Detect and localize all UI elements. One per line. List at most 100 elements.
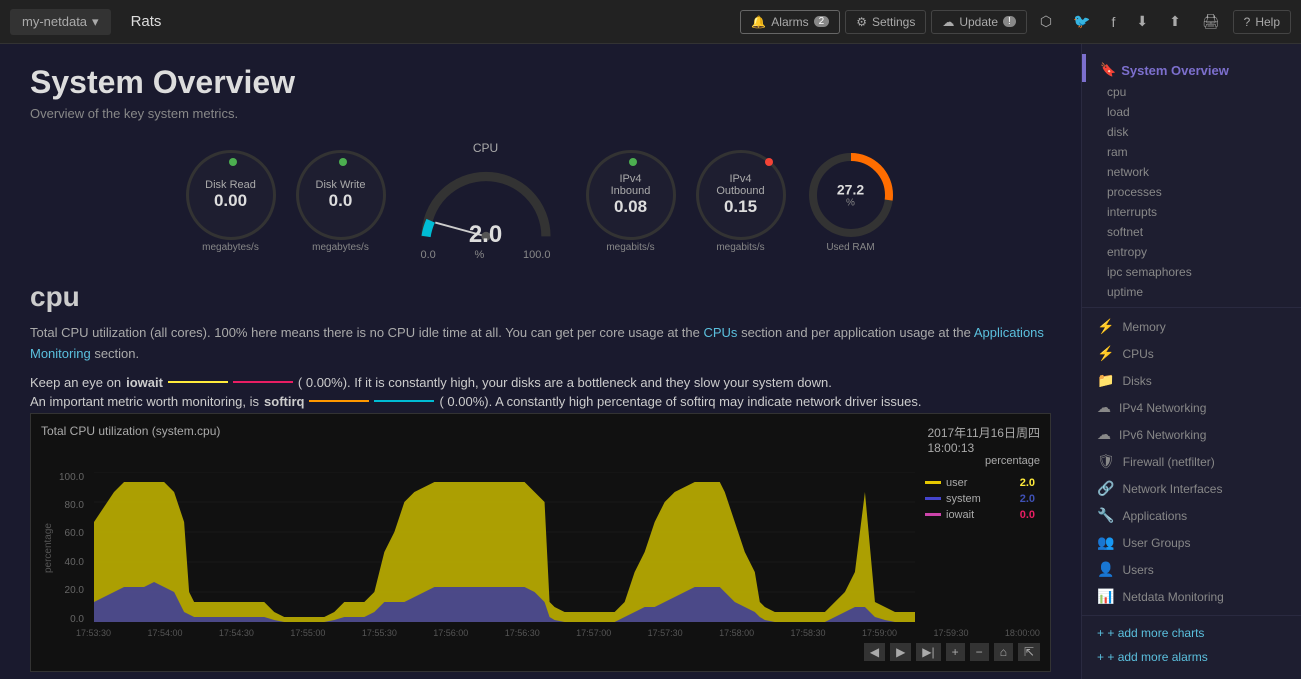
sidebar-group-user-groups[interactable]: 👥 User Groups	[1082, 529, 1301, 556]
chart-xaxis: 17:53:30 17:54:00 17:54:30 17:55:00 17:5…	[41, 625, 1040, 638]
chart-svg-area[interactable]	[94, 472, 915, 625]
x-label-12: 17:59:30	[933, 628, 968, 638]
chart-controls: ◀ ▶ ▶| + − ⌂ ⇱	[41, 643, 1040, 661]
main-content: System Overview Overview of the key syst…	[0, 44, 1081, 679]
ipv4-outbound-circle: IPv4Outbound 0.15	[696, 150, 786, 240]
add-charts-button[interactable]: + + add more charts	[1082, 621, 1301, 645]
alarms-badge: 2	[814, 16, 830, 27]
softirq-end: ( 0.00%). A constantly high percentage o…	[439, 394, 921, 409]
disk-write-dot	[339, 158, 347, 166]
print-icon[interactable]: 🖨	[1194, 9, 1228, 34]
sidebar-group-ipv4[interactable]: ☁ IPv4 Networking	[1082, 394, 1301, 421]
add-alarms-label: + add more alarms	[1107, 650, 1207, 664]
legend-system-name: system	[946, 493, 1020, 505]
sidebar-group-cpus[interactable]: ⚡ CPUs	[1082, 340, 1301, 367]
settings-button[interactable]: ⚙ Settings	[845, 10, 926, 34]
cpu-chart: Total CPU utilization (system.cpu) 2017年…	[30, 413, 1051, 672]
legend-user: user 2.0	[925, 477, 1035, 489]
legend-iowait-val: 0.0	[1020, 509, 1035, 521]
chart-timestamp-line2: 18:00:13	[927, 441, 1040, 455]
sidebar-item-softnet[interactable]: softnet	[1082, 222, 1301, 242]
iowait-line-yellow	[168, 381, 228, 383]
brand-dropdown[interactable]: my-netdata ▾	[10, 9, 111, 35]
twitter-icon[interactable]: 🐦	[1065, 9, 1098, 34]
cloud-icon-ipv4: ☁	[1097, 399, 1111, 416]
sidebar-ipv4-label: IPv4 Networking	[1119, 401, 1206, 415]
chart-title-row: Total CPU utilization (system.cpu) 2017年…	[41, 424, 1040, 467]
chart-zoom-in-btn[interactable]: +	[946, 643, 965, 661]
sidebar-item-ram[interactable]: ram	[1082, 142, 1301, 162]
legend-user-color	[925, 481, 941, 484]
sidebar-ipv6-label: IPv6 Networking	[1119, 428, 1206, 442]
link-icon-netif: 🔗	[1097, 480, 1114, 497]
sidebar-memory-label: Memory	[1122, 320, 1165, 334]
softirq-line-cyan	[374, 400, 434, 402]
chart-info: 2017年11月16日周四 18:00:13 percentage	[927, 424, 1040, 467]
add-alarms-button[interactable]: + + add more alarms	[1082, 645, 1301, 669]
facebook-icon[interactable]: f	[1103, 10, 1123, 34]
alarms-button[interactable]: 🔔 Alarms 2	[740, 10, 840, 34]
plus-icon-charts: +	[1097, 626, 1104, 640]
chart-zoom-out-btn[interactable]: −	[970, 643, 989, 661]
sidebar-group-disks[interactable]: 📁 Disks	[1082, 367, 1301, 394]
chart-prev-btn[interactable]: ◀	[864, 643, 885, 661]
disk-write-value: 0.0	[329, 191, 353, 211]
sidebar-item-network[interactable]: network	[1082, 162, 1301, 182]
chart-next-btn[interactable]: ▶|	[916, 643, 940, 661]
y-label-2: 60.0	[59, 528, 84, 539]
chart-reset-btn[interactable]: ⌂	[994, 643, 1013, 661]
sidebar-item-interrupts[interactable]: interrupts	[1082, 202, 1301, 222]
cpu-gauge: CPU 2.0 0.0 % 100.0	[406, 141, 566, 261]
sidebar-item-entropy[interactable]: entropy	[1082, 242, 1301, 262]
sidebar-group-users[interactable]: 👤 Users	[1082, 556, 1301, 583]
sidebar-group-firewall[interactable]: 🛡 Firewall (netfilter)	[1082, 448, 1301, 475]
sidebar-group-network-interfaces[interactable]: 🔗 Network Interfaces	[1082, 475, 1301, 502]
sidebar-group-applications[interactable]: 🔧 Applications	[1082, 502, 1301, 529]
page-title: System Overview	[30, 64, 1051, 101]
softirq-line: An important metric worth monitoring, is…	[30, 394, 1051, 409]
y-label-3: 40.0	[59, 557, 84, 568]
update-button[interactable]: ☁ Update !	[931, 10, 1026, 34]
download-icon[interactable]: ⬇	[1128, 9, 1156, 34]
sidebar-group-netdata[interactable]: 📊 Netdata Monitoring	[1082, 583, 1301, 610]
github-icon[interactable]: ⬡	[1032, 9, 1060, 34]
system-overview-text: System Overview	[1121, 63, 1229, 78]
upload-icon[interactable]: ⬆	[1161, 9, 1189, 34]
sidebar-group-memory[interactable]: ⚡ Memory	[1082, 313, 1301, 340]
sidebar-apps-label: Applications	[1122, 509, 1187, 523]
sidebar-item-cpu[interactable]: cpu	[1082, 82, 1301, 102]
chart-expand-btn[interactable]: ⇱	[1018, 643, 1040, 661]
sidebar-divider-2	[1082, 615, 1301, 616]
legend-user-name: user	[946, 477, 1020, 489]
help-button[interactable]: ? Help	[1233, 10, 1291, 34]
x-label-0: 17:53:30	[76, 628, 111, 638]
ipv4-inbound-label: IPv4Inbound	[611, 173, 651, 197]
sidebar-item-uptime[interactable]: uptime	[1082, 282, 1301, 302]
person-icon-users: 👤	[1097, 561, 1114, 578]
sidebar-netdata-label: Netdata Monitoring	[1122, 590, 1223, 604]
sidebar-system-overview-label[interactable]: 🔖 System Overview	[1082, 54, 1244, 82]
cpus-link[interactable]: CPUs	[703, 325, 737, 340]
settings-icon: ⚙	[856, 15, 867, 29]
cpu-range-min: 0.0	[421, 249, 436, 261]
sidebar-usergroups-label: User Groups	[1122, 536, 1190, 550]
chart-body: percentage 100.0 80.0 60.0 40.0 20.0 0.0	[41, 472, 1040, 625]
softirq-word: softirq	[264, 394, 304, 409]
help-icon: ?	[1244, 15, 1251, 29]
gauges-row: Disk Read 0.00 megabytes/s Disk Write 0.…	[30, 141, 1051, 261]
chart-svg	[94, 472, 915, 622]
sidebar-group-ipv6[interactable]: ☁ IPv6 Networking	[1082, 421, 1301, 448]
iowait-end: ( 0.00%). If it is constantly high, your…	[298, 375, 832, 390]
cpu-range-max: 100.0	[523, 249, 551, 261]
sidebar-item-disk[interactable]: disk	[1082, 122, 1301, 142]
iowait-line-magenta	[233, 381, 293, 383]
chart-play-btn[interactable]: ▶	[890, 643, 911, 661]
ipv4-inbound-dot	[629, 158, 637, 166]
sidebar-system-overview[interactable]: 🔖 System Overview	[1082, 54, 1301, 82]
sidebar-item-load[interactable]: load	[1082, 102, 1301, 122]
sidebar-item-processes[interactable]: processes	[1082, 182, 1301, 202]
ipv4-outbound-label: IPv4Outbound	[716, 173, 764, 197]
disk-write-label: Disk Write	[316, 179, 366, 191]
chart-legend: user 2.0 system 2.0 iowait 0.0	[920, 472, 1040, 625]
sidebar-item-ipc-semaphores[interactable]: ipc semaphores	[1082, 262, 1301, 282]
